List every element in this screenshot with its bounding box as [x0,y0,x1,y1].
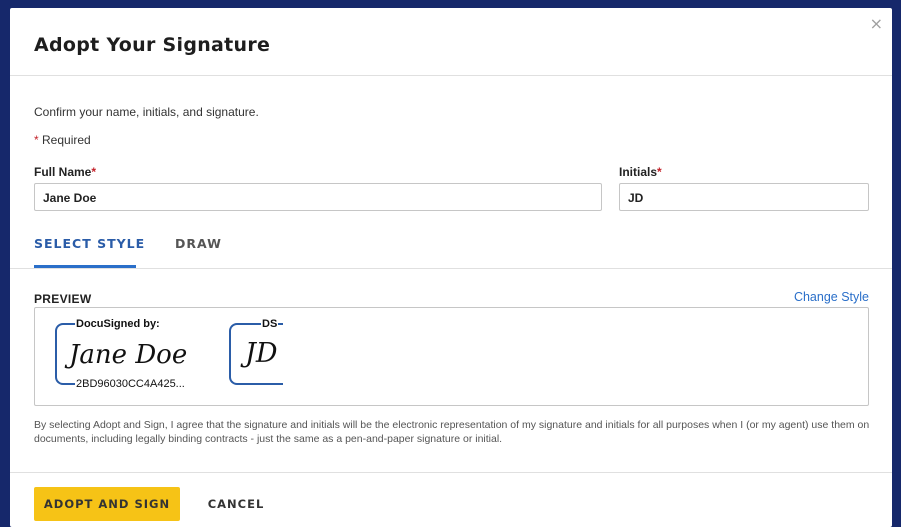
signature-id: 2BD96030CC4A425... [75,378,186,390]
active-tab-indicator [34,265,136,268]
initials-label: Initials* [619,165,662,179]
signature-preview-box: DocuSigned by: Jane Doe 2BD96030CC4A425.… [34,307,869,406]
required-note: * Required [34,133,91,147]
tab-draw[interactable]: DRAW [175,236,222,251]
initials-header: DS [261,318,279,330]
full-name-label-text: Full Name [34,165,92,179]
initials-required-asterisk: * [657,165,662,179]
initials-label-text: Initials [619,165,658,179]
style-tabs: SELECT STYLE DRAW [10,226,892,269]
initials-script: JD [245,338,278,369]
full-name-input[interactable]: Jane Doe [34,183,602,211]
legal-disclaimer: By selecting Adopt and Sign, I agree tha… [34,419,870,445]
adopt-and-sign-button[interactable]: ADOPT AND SIGN [34,487,180,521]
full-name-required-asterisk: * [91,165,97,179]
signature-script: Jane Doe [69,340,188,370]
change-style-link[interactable]: Change Style [794,290,869,304]
footer-divider [10,472,892,473]
intro-text: Confirm your name, initials, and signatu… [34,105,259,119]
preview-label: PREVIEW [34,292,92,306]
cancel-button[interactable]: CANCEL [196,487,276,521]
signature-header: DocuSigned by: [75,318,161,330]
dialog-title: Adopt Your Signature [34,34,271,56]
tab-select-style[interactable]: SELECT STYLE [34,236,145,251]
close-icon[interactable]: × [870,14,883,33]
dialog-header: Adopt Your Signature [10,8,892,76]
full-name-label: Full Name* [34,165,96,179]
adopt-signature-dialog: × Adopt Your Signature Confirm your name… [10,8,892,527]
initials-input[interactable]: JD [619,183,869,211]
required-text: Required [38,133,91,147]
